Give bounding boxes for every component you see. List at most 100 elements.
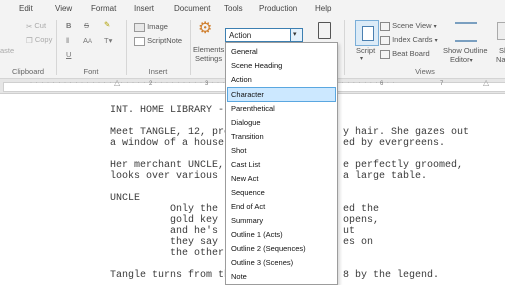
action-line: ed by evergreens. xyxy=(343,138,446,149)
menu-item-outline-2[interactable]: Outline 2 (Sequences) xyxy=(227,241,336,256)
dialogue-line: opens, xyxy=(343,215,380,226)
scriptnote-icon xyxy=(134,36,145,46)
menu-item-outline-1[interactable]: Outline 1 (Acts) xyxy=(227,227,336,242)
scene-heading: INT. HOME LIBRARY - xyxy=(110,105,225,116)
show-outline-line1[interactable]: Show Outline xyxy=(443,46,488,55)
tab-help[interactable]: Help xyxy=(315,4,331,13)
tab-view[interactable]: View xyxy=(55,4,72,13)
bold-button[interactable]: B xyxy=(66,21,71,30)
group-divider xyxy=(344,20,345,75)
dialogue-line: es on xyxy=(343,237,374,248)
menu-item-shot[interactable]: Shot xyxy=(227,143,336,158)
show-nav-line2[interactable]: Nav xyxy=(496,55,505,64)
dialogue-line: Only the xyxy=(170,204,219,215)
dialogue-line: the other xyxy=(170,248,225,259)
menu-item-parenthetical[interactable]: Parenthetical xyxy=(227,101,336,116)
underline-button[interactable]: U xyxy=(66,50,71,59)
chevron-down-icon: ▾ xyxy=(433,24,437,30)
ruler-mark: 2 xyxy=(149,81,153,87)
menu-item-end-of-act[interactable]: End of Act xyxy=(227,199,336,214)
image-icon xyxy=(134,22,145,32)
script-page-icon xyxy=(362,26,374,41)
action-line: a large table. xyxy=(343,171,428,182)
menu-item-character[interactable]: Character xyxy=(227,87,336,102)
menu-item-general[interactable]: General xyxy=(227,44,336,59)
scriptnote-label: ScriptNote xyxy=(147,36,183,45)
script-view-button[interactable] xyxy=(355,20,379,46)
tab-document[interactable]: Document xyxy=(174,4,210,13)
menu-item-outline-3[interactable]: Outline 3 (Scenes) xyxy=(227,255,336,270)
dialogue-line: ut xyxy=(343,226,356,237)
chevron-down-icon: ▾ xyxy=(293,31,297,38)
script-label[interactable]: Script xyxy=(356,46,375,55)
character-name: UNCLE xyxy=(110,193,141,204)
action-line: 8 by the legend. xyxy=(343,270,440,281)
scene-view-button[interactable]: Scene View ▾ xyxy=(380,21,437,31)
group-divider xyxy=(190,20,191,75)
action-line: Meet TANGLE, 12, pre xyxy=(110,127,231,138)
show-nav-line1[interactable]: Sh xyxy=(499,46,505,55)
menu-item-cast-list[interactable]: Cast List xyxy=(227,157,336,172)
dialogue-line: gold key xyxy=(170,215,219,226)
index-cards-button[interactable]: Index Cards ▾ xyxy=(380,35,438,45)
right-indent-marker[interactable]: △ xyxy=(483,78,490,87)
strikethrough-button[interactable]: S xyxy=(84,21,89,30)
element-type-combo[interactable]: Action ▾ xyxy=(225,28,303,42)
text-case-icon[interactable]: T▾ xyxy=(104,36,112,45)
action-line: Her merchant UNCLE, xyxy=(110,160,225,171)
elements-settings-line2[interactable]: Settings xyxy=(195,54,222,63)
views-group-label: Views xyxy=(415,67,435,76)
left-indent-marker[interactable]: △ xyxy=(114,78,121,87)
insert-group-label: Insert xyxy=(148,67,168,76)
ribbon-tabs: Edit View Format Insert Document Tools P… xyxy=(0,0,505,16)
element-type-dropdown-button[interactable]: ▾ xyxy=(290,29,302,41)
tab-tools[interactable]: Tools xyxy=(224,4,243,13)
ruler-mark: 3 xyxy=(205,81,209,87)
action-line: a window of a house xyxy=(110,138,225,149)
copy-button[interactable]: ❐ Copy xyxy=(26,35,52,45)
tab-insert[interactable]: Insert xyxy=(134,4,154,13)
tab-production[interactable]: Production xyxy=(259,4,297,13)
highlight-pen-icon[interactable]: ✎ xyxy=(104,20,110,29)
insert-image-button[interactable]: Image xyxy=(134,22,168,32)
insert-scriptnote-button[interactable]: ScriptNote xyxy=(134,36,182,46)
menu-item-summary[interactable]: Summary xyxy=(227,213,336,228)
elements-settings-line1[interactable]: Elements xyxy=(193,45,224,54)
script-dropdown-arrow-icon[interactable]: ▾ xyxy=(360,55,363,62)
outline-editor-icon[interactable] xyxy=(455,22,477,42)
elements-settings-icon[interactable]: ⚙ xyxy=(198,18,212,38)
clipboard-group-label: Clipboard xyxy=(11,67,45,76)
dialogue-line: ed the xyxy=(343,204,380,215)
action-line: y hair. She gazes out xyxy=(343,127,470,138)
page-icon[interactable] xyxy=(318,22,331,39)
index-cards-icon xyxy=(380,35,390,45)
copy-icon: ❐ xyxy=(26,35,33,45)
cut-button[interactable]: ✂ Cut xyxy=(26,21,46,31)
scene-view-icon xyxy=(380,21,390,31)
menu-item-action[interactable]: Action xyxy=(227,72,336,87)
menu-item-note[interactable]: Note xyxy=(227,269,336,284)
menu-item-sequence[interactable]: Sequence xyxy=(227,185,336,200)
menu-item-transition[interactable]: Transition xyxy=(227,129,336,144)
beat-board-button[interactable]: Beat Board xyxy=(380,49,430,59)
italic-bar-icon[interactable]: ‖ xyxy=(66,36,69,45)
paste-button[interactable]: aste xyxy=(0,46,14,55)
dialogue-line: they say xyxy=(170,237,219,248)
paste-label: aste xyxy=(0,46,15,55)
menu-item-scene-heading[interactable]: Scene Heading xyxy=(227,58,336,73)
menu-item-new-act[interactable]: New Act xyxy=(227,171,336,186)
tab-format[interactable]: Format xyxy=(91,4,116,13)
tab-edit[interactable]: Edit xyxy=(19,4,33,13)
ruler-mark: 6 xyxy=(380,81,384,87)
scene-view-label: Scene View xyxy=(392,21,432,30)
action-line: looks over various xyxy=(110,171,219,182)
show-outline-line2[interactable]: Editor▾ xyxy=(450,55,473,64)
menu-item-dialogue[interactable]: Dialogue xyxy=(227,115,336,130)
action-line: e perfectly groomed, xyxy=(343,160,464,171)
font-group-label: Font xyxy=(83,67,99,76)
font-size-button[interactable]: AA xyxy=(83,36,92,45)
action-line: Tangle turns from th xyxy=(110,270,231,281)
scissors-icon: ✂ xyxy=(26,21,33,31)
element-type-menu: General Scene Heading Action Character P… xyxy=(225,42,338,285)
navigator-icon[interactable] xyxy=(497,22,505,40)
